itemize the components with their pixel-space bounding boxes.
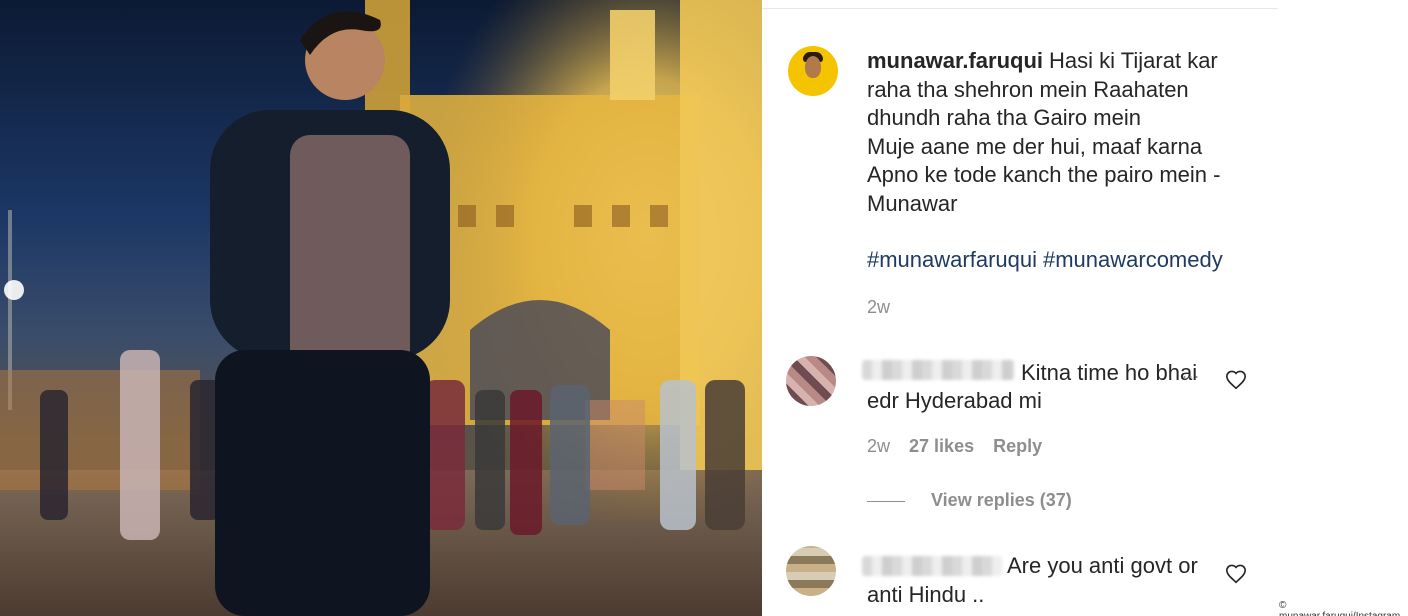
view-replies-label: View replies (37) (931, 490, 1072, 510)
post-timestamp[interactable]: 2w (867, 297, 890, 318)
replies-dash (867, 500, 905, 502)
reply-button[interactable]: Reply (993, 436, 1042, 456)
avatar-face (805, 56, 821, 78)
heart-icon[interactable] (1225, 369, 1247, 391)
author-username[interactable]: munawar.faruqui (867, 48, 1043, 73)
comment-timestamp[interactable]: 2w (867, 436, 890, 456)
commenter-name-blurred[interactable] (862, 360, 1014, 380)
commenter-avatar-blurred[interactable] (786, 356, 836, 406)
post-side-panel: munawar.faruqui Hasi ki Tijarat kar raha … (762, 0, 1408, 616)
author-avatar[interactable] (788, 46, 838, 96)
comment-text: Are you anti govt or (1007, 553, 1198, 578)
caption-text: Hasi ki Tijarat kar raha tha shehron mei… (867, 48, 1221, 216)
hashtag-link[interactable]: #munawarfaruqui (867, 247, 1037, 272)
post-photo (0, 0, 762, 616)
view-replies-button[interactable]: View replies (37) (867, 490, 1072, 511)
comment-text-continued: edr Hyderabad mi (867, 388, 1042, 413)
commenter-name-blurred[interactable] (862, 556, 1002, 576)
commenter-avatar-blurred[interactable] (786, 546, 836, 596)
instagram-post-screenshot: munawar.faruqui Hasi ki Tijarat kar raha … (0, 0, 1408, 616)
heart-icon[interactable] (1225, 563, 1247, 585)
photo-illustration (0, 0, 762, 616)
comment-likes[interactable]: 27 likes (909, 436, 974, 456)
comment-text: Kitna time ho bhai (1021, 360, 1198, 385)
hashtag-link[interactable]: #munawarcomedy (1043, 247, 1223, 272)
more-options-icon[interactable]: ... (1182, 362, 1200, 383)
divider (762, 8, 1278, 9)
post-caption: munawar.faruqui Hasi ki Tijarat kar raha … (867, 47, 1267, 219)
hashtag-list: #munawarfaruqui #munawarcomedy (867, 247, 1229, 273)
image-credit: © munawar.faruqui/Instagram (1279, 600, 1400, 616)
comment-text-continued: anti Hindu .. (867, 582, 985, 607)
comment-meta: 2w 27 likes Reply (867, 436, 1056, 457)
